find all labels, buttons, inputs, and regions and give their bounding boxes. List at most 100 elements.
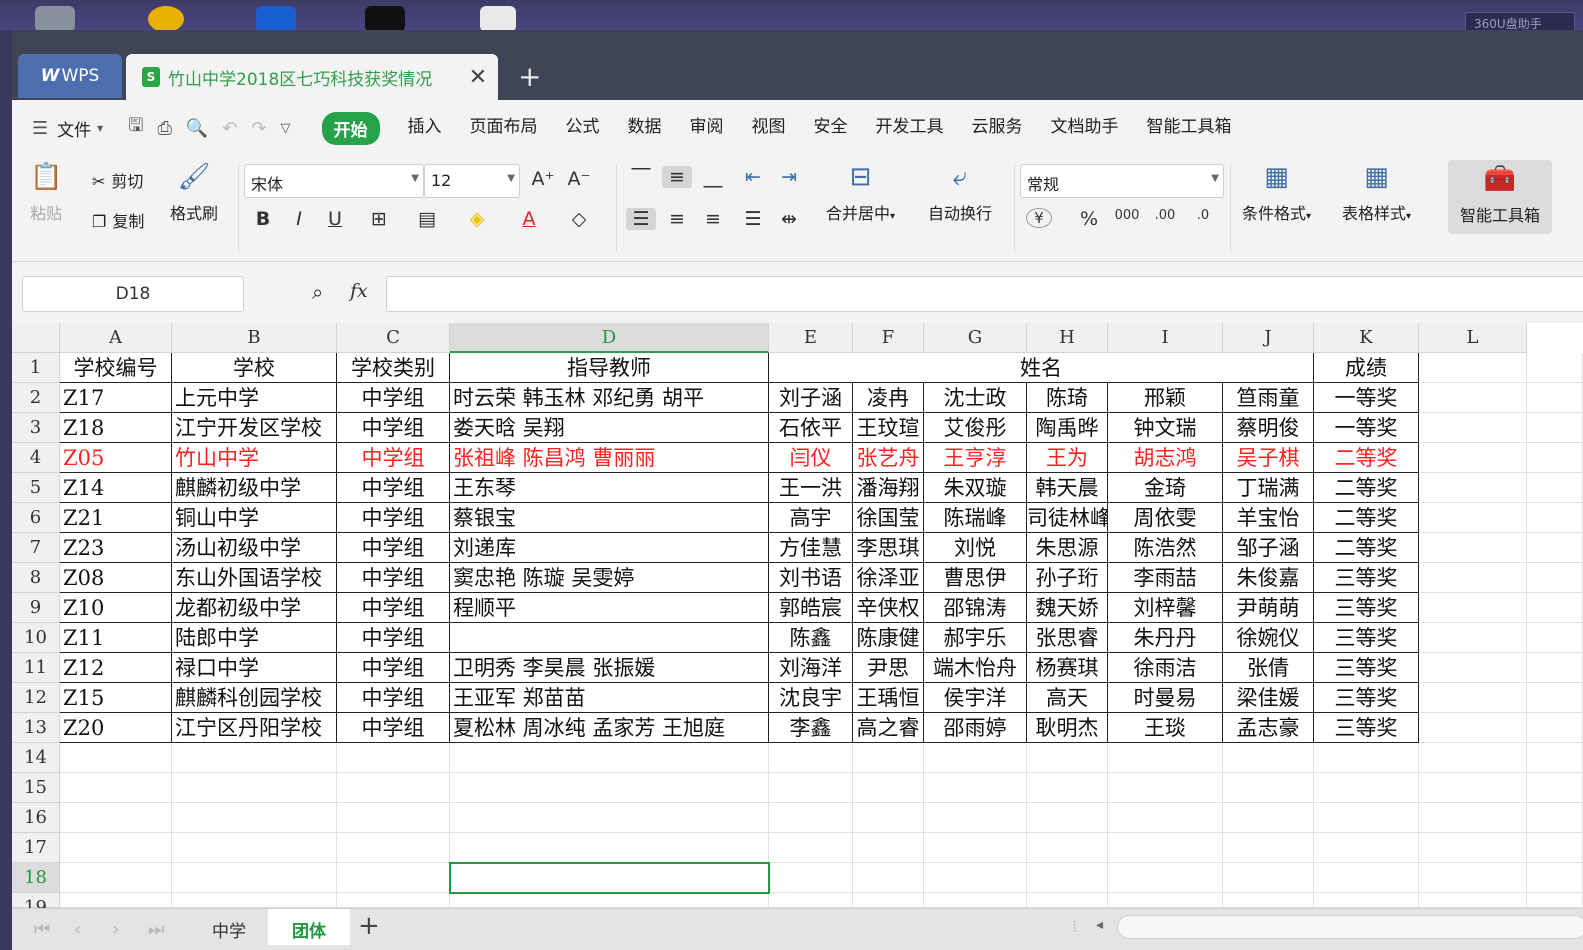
column-header-l[interactable]: L bbox=[1419, 323, 1527, 353]
cell-g10[interactable]: 郝宇乐 bbox=[924, 623, 1027, 653]
cell-empty[interactable] bbox=[1108, 773, 1223, 803]
cell-empty[interactable] bbox=[1027, 893, 1108, 908]
cell-m4[interactable] bbox=[1527, 443, 1583, 473]
cell-b6[interactable]: 铜山中学 bbox=[172, 503, 337, 533]
cell-k2[interactable]: 一等奖 bbox=[1314, 383, 1419, 413]
cell-l11[interactable] bbox=[1419, 653, 1527, 683]
cell-e13[interactable]: 李鑫 bbox=[769, 713, 853, 743]
cell-empty[interactable] bbox=[172, 803, 337, 833]
active-cell-selection[interactable] bbox=[449, 862, 770, 894]
cell-i2[interactable]: 邢颖 bbox=[1108, 383, 1223, 413]
cell-empty[interactable] bbox=[1527, 863, 1583, 893]
cell-empty[interactable] bbox=[337, 893, 450, 908]
cell-g4[interactable]: 王亨淳 bbox=[924, 443, 1027, 473]
cell-l9[interactable] bbox=[1419, 593, 1527, 623]
cell-empty[interactable] bbox=[924, 773, 1027, 803]
cell-empty[interactable] bbox=[924, 743, 1027, 773]
cell-empty[interactable] bbox=[450, 743, 769, 773]
close-tab-icon[interactable]: ✕ bbox=[458, 65, 498, 90]
select-all-corner[interactable] bbox=[12, 323, 60, 353]
menu-tab-11[interactable]: 智能工具箱 bbox=[1147, 112, 1232, 145]
cell-l10[interactable] bbox=[1419, 623, 1527, 653]
cell-empty[interactable] bbox=[924, 863, 1027, 893]
cell-g9[interactable]: 邵锦涛 bbox=[924, 593, 1027, 623]
row-header-14[interactable]: 14 bbox=[12, 743, 60, 773]
fill-color-icon[interactable]: ◈ bbox=[462, 208, 492, 230]
new-tab-button[interactable]: + bbox=[518, 60, 541, 93]
cell-i9[interactable]: 刘梓馨 bbox=[1108, 593, 1223, 623]
cell-empty[interactable] bbox=[1108, 743, 1223, 773]
cell-empty[interactable] bbox=[1314, 743, 1419, 773]
cell-g8[interactable]: 曹思伊 bbox=[924, 563, 1027, 593]
cell-empty[interactable] bbox=[1527, 773, 1583, 803]
distribute-icon[interactable]: ⇹ bbox=[774, 208, 804, 230]
column-header-a[interactable]: A bbox=[60, 323, 172, 353]
media-app-icon[interactable] bbox=[365, 6, 405, 32]
column-header-h[interactable]: H bbox=[1027, 323, 1108, 353]
increase-decimal-button[interactable]: .00 bbox=[1150, 208, 1180, 223]
cell-empty[interactable] bbox=[924, 833, 1027, 863]
increase-indent-icon[interactable]: ⇥ bbox=[774, 166, 804, 188]
cell-empty[interactable] bbox=[172, 833, 337, 863]
cell-empty[interactable] bbox=[1527, 803, 1583, 833]
cell-c1[interactable]: 学校类别 bbox=[337, 353, 450, 383]
number-format-select[interactable]: 常规 ▼ bbox=[1020, 164, 1224, 198]
next-sheet-icon[interactable]: › bbox=[112, 919, 119, 940]
cell-empty[interactable] bbox=[853, 833, 924, 863]
cell-d1[interactable]: 指导教师 bbox=[450, 353, 769, 383]
cell-a13[interactable]: Z20 bbox=[60, 713, 172, 743]
cell-e11[interactable]: 刘海洋 bbox=[769, 653, 853, 683]
spreadsheet-grid[interactable]: A B C D E F G H I J K L 1 2 3 4 5 6 7 8 9 10 11 12 13 14 15 16 17 18 1… bbox=[12, 323, 1583, 908]
align-bottom-icon[interactable]: ⎽ bbox=[698, 166, 728, 188]
cell-k11[interactable]: 三等奖 bbox=[1314, 653, 1419, 683]
menu-tab-8[interactable]: 开发工具 bbox=[876, 112, 944, 145]
cell-c7[interactable]: 中学组 bbox=[337, 533, 450, 563]
cell-empty[interactable] bbox=[853, 743, 924, 773]
cell-j12[interactable]: 梁佳媛 bbox=[1223, 683, 1314, 713]
cell-l8[interactable] bbox=[1419, 563, 1527, 593]
cell-e5[interactable]: 王一洪 bbox=[769, 473, 853, 503]
cell-empty[interactable] bbox=[1027, 863, 1108, 893]
cell-i11[interactable]: 徐雨洁 bbox=[1108, 653, 1223, 683]
cell-e12[interactable]: 沈良宇 bbox=[769, 683, 853, 713]
table-style-button[interactable]: ▦ 表格样式▾ bbox=[1342, 162, 1411, 224]
menu-tab-5[interactable]: 审阅 bbox=[690, 112, 724, 145]
cell-c9[interactable]: 中学组 bbox=[337, 593, 450, 623]
align-middle-icon[interactable]: ≡ bbox=[662, 166, 692, 188]
cell-l13[interactable] bbox=[1419, 713, 1527, 743]
cell-a6[interactable]: Z21 bbox=[60, 503, 172, 533]
cell-d8[interactable]: 窦忠艳 陈璇 吴雯婷 bbox=[450, 563, 769, 593]
cell-j10[interactable]: 徐婉仪 bbox=[1223, 623, 1314, 653]
cell-i10[interactable]: 朱丹丹 bbox=[1108, 623, 1223, 653]
cell-empty[interactable] bbox=[172, 893, 337, 908]
column-header-c[interactable]: C bbox=[337, 323, 450, 353]
align-top-icon[interactable]: ⎺ bbox=[626, 166, 656, 188]
zoom-search-icon[interactable]: ⌕ bbox=[312, 280, 323, 304]
cell-a11[interactable]: Z12 bbox=[60, 653, 172, 683]
cell-empty[interactable] bbox=[337, 863, 450, 893]
cell-e3[interactable]: 石依平 bbox=[769, 413, 853, 443]
cell-e10[interactable]: 陈鑫 bbox=[769, 623, 853, 653]
menu-tab-10[interactable]: 文档助手 bbox=[1051, 112, 1119, 145]
cell-c8[interactable]: 中学组 bbox=[337, 563, 450, 593]
cell-b1[interactable]: 学校 bbox=[172, 353, 337, 383]
cell-empty[interactable] bbox=[1419, 773, 1527, 803]
cell-m10[interactable] bbox=[1527, 623, 1583, 653]
cell-i6[interactable]: 周依雯 bbox=[1108, 503, 1223, 533]
cell-k8[interactable]: 三等奖 bbox=[1314, 563, 1419, 593]
cell-l5[interactable] bbox=[1419, 473, 1527, 503]
format-painter-button[interactable]: 🖌 格式刷 bbox=[170, 162, 218, 224]
cell-empty[interactable] bbox=[924, 803, 1027, 833]
italic-button[interactable]: I bbox=[284, 208, 314, 230]
row-header-13[interactable]: 13 bbox=[12, 713, 60, 743]
cell-empty[interactable] bbox=[1419, 803, 1527, 833]
menu-tab-4[interactable]: 数据 bbox=[628, 112, 662, 145]
print-preview-icon[interactable]: 🔍 bbox=[186, 118, 208, 139]
cell-b8[interactable]: 东山外国语学校 bbox=[172, 563, 337, 593]
function-icon[interactable]: fx bbox=[350, 280, 368, 302]
align-center-icon[interactable]: ≡ bbox=[662, 208, 692, 230]
cell-h5[interactable]: 韩天晨 bbox=[1027, 473, 1108, 503]
cell-i8[interactable]: 李雨喆 bbox=[1108, 563, 1223, 593]
font-color-icon[interactable]: A bbox=[514, 208, 544, 230]
save-icon[interactable]: 🖫 bbox=[128, 113, 143, 143]
